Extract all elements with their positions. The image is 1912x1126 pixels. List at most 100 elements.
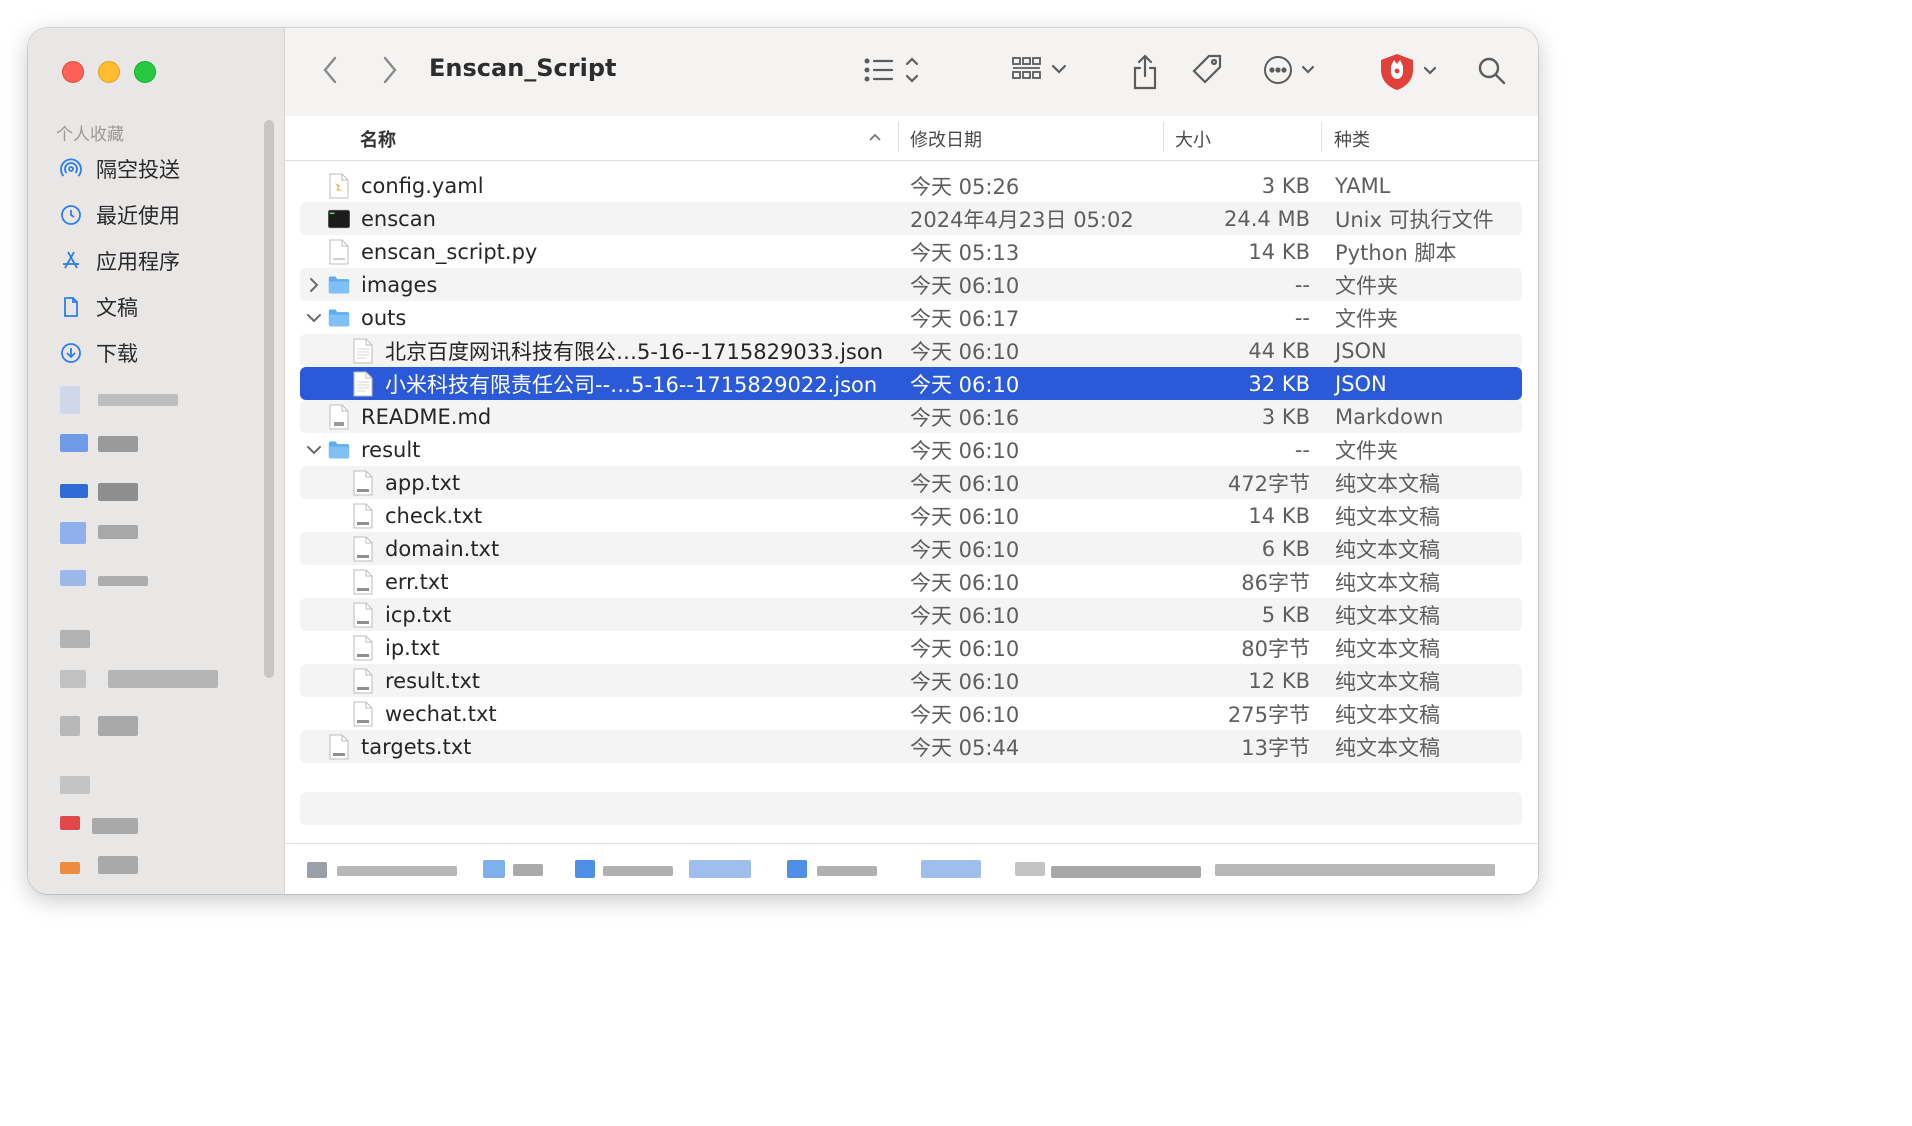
file-row[interactable]: result 今天 06:10 -- 文件夹 <box>300 433 1522 466</box>
tag-button[interactable] <box>1191 52 1225 88</box>
tag-icon <box>1192 54 1222 84</box>
file-date: 今天 06:10 <box>910 339 1020 364</box>
file-date: 今天 05:26 <box>910 174 1020 199</box>
file-name: 北京百度网讯科技有限公…5-16--1715829033.json <box>385 339 884 364</box>
chevron-down-icon[interactable] <box>306 312 322 324</box>
file-row[interactable]: outs 今天 06:17 -- 文件夹 <box>300 301 1522 334</box>
file-row[interactable]: err.txt 今天 06:10 86字节 纯文本文稿 <box>300 565 1522 598</box>
sidebar-item-downloads[interactable]: 下载 <box>58 335 138 371</box>
file-kind: 纯文本文稿 <box>1335 504 1440 529</box>
grid-group-icon <box>1012 57 1067 79</box>
file-row[interactable]: targets.txt 今天 05:44 13字节 纯文本文稿 <box>300 730 1522 763</box>
column-name[interactable]: 名称 <box>360 126 396 152</box>
file-name: config.yaml <box>361 173 484 198</box>
share-button[interactable] <box>1131 52 1159 92</box>
file-name: app.txt <box>385 470 461 495</box>
sidebar-item-recents[interactable]: 最近使用 <box>58 197 180 233</box>
file-row[interactable]: result.txt 今天 06:10 12 KB 纯文本文稿 <box>300 664 1522 697</box>
sort-ascending-icon[interactable] <box>868 128 882 149</box>
file-row[interactable]: enscan 2024年4月23日 05:02 24.4 MB Unix 可执行文件 <box>300 202 1522 235</box>
column-header: 名称 修改日期 大小 种类 <box>285 116 1538 161</box>
column-kind[interactable]: 种类 <box>1334 126 1370 152</box>
sidebar-section-favorites: 个人收藏 <box>56 125 124 145</box>
file-row[interactable]: icp.txt 今天 06:10 5 KB 纯文本文稿 <box>300 598 1522 631</box>
download-icon <box>58 340 84 366</box>
file-row[interactable]: enscan_script.py 今天 05:13 14 KB Python 脚本 <box>300 235 1522 268</box>
file-row[interactable]: app.txt 今天 06:10 472字节 纯文本文稿 <box>300 466 1522 499</box>
file-kind: JSON <box>1335 371 1387 396</box>
group-button[interactable] <box>1011 52 1073 88</box>
view-list-button[interactable] <box>863 52 925 88</box>
markdown-file-icon <box>328 404 350 430</box>
file-row[interactable]: 北京百度网讯科技有限公…5-16--1715829033.json 今天 06:1… <box>300 334 1522 367</box>
txt-file-icon <box>352 503 374 529</box>
search-button[interactable] <box>1477 52 1507 88</box>
txt-file-icon <box>352 470 374 496</box>
file-row[interactable]: config.yaml 今天 05:26 3 KB YAML <box>300 169 1522 202</box>
file-size: 5 KB <box>1261 602 1310 627</box>
file-kind: Unix 可执行文件 <box>1335 207 1494 232</box>
folder-icon <box>328 437 350 463</box>
file-size: 472字节 <box>1227 471 1310 496</box>
file-row-selected[interactable]: 小米科技有限责任公司--…5-16--1715829022.json 今天 06:… <box>300 367 1522 400</box>
file-name: domain.txt <box>385 536 500 561</box>
extension-button[interactable] <box>1379 52 1443 92</box>
sidebar-item-documents[interactable]: 文稿 <box>58 289 138 325</box>
file-row[interactable]: README.md 今天 06:16 3 KB Markdown <box>300 400 1522 433</box>
file-kind: 纯文本文稿 <box>1335 702 1440 727</box>
file-date: 今天 06:10 <box>910 537 1020 562</box>
zoom-button[interactable] <box>134 61 156 83</box>
txt-file-icon <box>352 602 374 628</box>
airdrop-icon <box>58 156 84 182</box>
file-kind: Python 脚本 <box>1335 240 1457 265</box>
file-name: enscan <box>361 206 436 231</box>
sidebar-item-label: 最近使用 <box>96 204 180 228</box>
file-row[interactable]: domain.txt 今天 06:10 6 KB 纯文本文稿 <box>300 532 1522 565</box>
file-kind: 纯文本文稿 <box>1335 603 1440 628</box>
minimize-button[interactable] <box>98 61 120 83</box>
file-row[interactable]: wechat.txt 今天 06:10 275字节 纯文本文稿 <box>300 697 1522 730</box>
file-size: -- <box>1294 305 1310 330</box>
chevron-down-icon[interactable] <box>306 444 322 456</box>
file-date: 今天 06:10 <box>910 570 1020 595</box>
txt-file-icon <box>352 701 374 727</box>
file-date: 今天 06:10 <box>910 504 1020 529</box>
forward-button[interactable] <box>379 52 399 88</box>
back-button[interactable] <box>321 52 341 88</box>
file-kind: 纯文本文稿 <box>1335 471 1440 496</box>
python-file-icon <box>328 239 350 265</box>
file-size: 3 KB <box>1261 404 1310 429</box>
file-kind: 纯文本文稿 <box>1335 537 1440 562</box>
sidebar-item-airdrop[interactable]: 隔空投送 <box>58 151 180 187</box>
ellipsis-circle-icon <box>1264 56 1315 84</box>
finder-window: 个人收藏 隔空投送 最近使用 应用程序 文稿 下载 Enscan_Script … <box>28 28 1538 894</box>
close-button[interactable] <box>62 61 84 83</box>
file-kind: 文件夹 <box>1335 306 1398 331</box>
shield-extension-icon <box>1381 54 1437 90</box>
file-kind: 文件夹 <box>1335 273 1398 298</box>
file-name: targets.txt <box>361 734 472 759</box>
sidebar-scrollbar[interactable] <box>264 120 274 678</box>
file-name: 小米科技有限责任公司--…5-16--1715829022.json <box>385 372 878 397</box>
file-row[interactable]: ip.txt 今天 06:10 80字节 纯文本文稿 <box>300 631 1522 664</box>
sidebar-item-applications[interactable]: 应用程序 <box>58 243 180 279</box>
sidebar-item-label: 隔空投送 <box>96 158 180 182</box>
more-actions-button[interactable] <box>1263 52 1319 88</box>
clock-icon <box>58 202 84 228</box>
applications-icon <box>58 248 84 274</box>
txt-file-icon <box>352 635 374 661</box>
toolbar: Enscan_Script <box>285 28 1538 117</box>
list-view-icon <box>864 57 919 83</box>
file-date: 今天 06:17 <box>910 306 1020 331</box>
column-size[interactable]: 大小 <box>1175 126 1211 152</box>
column-date[interactable]: 修改日期 <box>910 126 982 152</box>
document-icon <box>58 294 84 320</box>
window-title: Enscan_Script <box>429 54 617 82</box>
file-row[interactable]: check.txt 今天 06:10 14 KB 纯文本文稿 <box>300 499 1522 532</box>
file-row[interactable]: images 今天 06:10 -- 文件夹 <box>300 268 1522 301</box>
file-size: 275字节 <box>1227 702 1310 727</box>
file-date: 今天 06:10 <box>910 438 1020 463</box>
file-date: 今天 06:16 <box>910 405 1020 430</box>
txt-file-icon <box>328 734 350 760</box>
chevron-right-icon[interactable] <box>306 277 322 293</box>
